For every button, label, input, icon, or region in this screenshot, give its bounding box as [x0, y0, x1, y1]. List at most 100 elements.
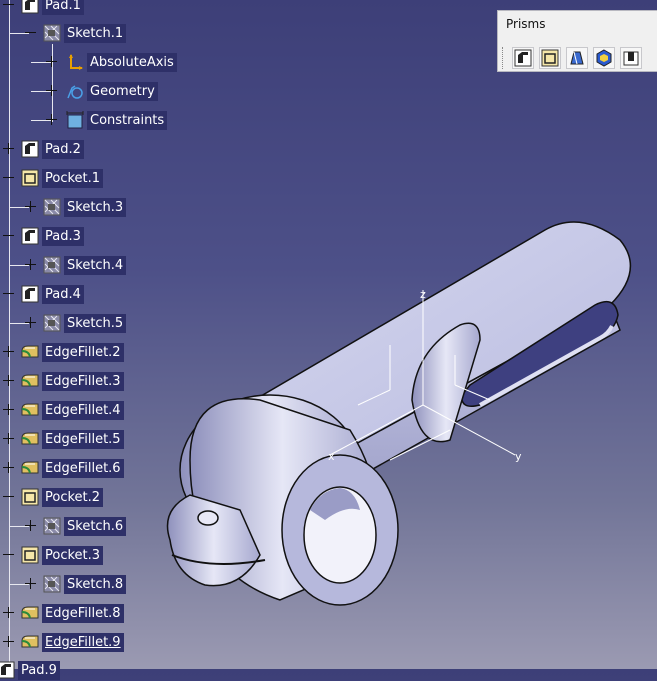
tree-item-label: EdgeFillet.8: [42, 603, 124, 623]
tree-item-sketch-3[interactable]: Sketch.3: [43, 196, 127, 218]
sketch-icon: [43, 314, 61, 332]
pocket-icon: [21, 488, 39, 506]
tree-item-label: EdgeFillet.4: [42, 400, 124, 420]
pocket-icon: [21, 169, 39, 187]
expand-toggle[interactable]: [25, 201, 36, 212]
hole-button[interactable]: [620, 47, 642, 69]
pad-icon: [514, 49, 532, 67]
tree-item-edgefillet-4[interactable]: EdgeFillet.4: [21, 399, 124, 421]
tree-item-pad-3[interactable]: Pad.3: [21, 225, 84, 247]
tree-item-edgefillet-3[interactable]: EdgeFillet.3: [21, 370, 124, 392]
tree-item-label: Pocket.2: [42, 487, 104, 507]
pad-icon: [21, 0, 39, 14]
tree-item-label: AbsoluteAxis: [87, 52, 177, 72]
tree-item-pad-2[interactable]: Pad.2: [21, 138, 84, 160]
edgefillet-icon: [21, 633, 39, 651]
toolbar-grip[interactable]: [502, 47, 505, 69]
sketch-icon: [43, 198, 61, 216]
expand-toggle[interactable]: [25, 578, 36, 589]
groove-button[interactable]: [593, 47, 615, 69]
clamp-hole: [197, 510, 219, 526]
pad-button[interactable]: [512, 47, 534, 69]
pad-icon: [0, 661, 15, 679]
tree-item-edgefillet-2[interactable]: EdgeFillet.2: [21, 341, 124, 363]
axis-label-x: x: [328, 450, 335, 463]
hole-icon: [623, 51, 639, 66]
tree-item-pad-1[interactable]: Pad.1: [21, 0, 84, 16]
tree-item-label: EdgeFillet.2: [42, 342, 124, 362]
expand-toggle[interactable]: [3, 462, 14, 473]
pocket-icon: [541, 49, 559, 67]
axis-label-z: z: [420, 288, 426, 301]
expand-toggle[interactable]: [46, 114, 57, 125]
tree-item-label: EdgeFillet.6: [42, 458, 124, 478]
tree-item-label: Pad.1: [42, 0, 84, 15]
tree-item-label: Pocket.3: [42, 545, 104, 565]
tree-item-absolute-axis[interactable]: AbsoluteAxis: [66, 51, 177, 73]
tree-item-sketch-1[interactable]: Sketch.1: [43, 22, 127, 44]
sketch-icon: [43, 256, 61, 274]
toolbar-title: Prisms: [506, 17, 546, 31]
tree-item-edgefillet-8[interactable]: EdgeFillet.8: [21, 602, 124, 624]
tree-item-edgefillet-5[interactable]: EdgeFillet.5: [21, 428, 124, 450]
expand-toggle[interactable]: [25, 520, 36, 531]
edgefillet-icon: [21, 430, 39, 448]
collapse-toggle[interactable]: [3, 491, 14, 502]
tree-item-label: Pad.4: [42, 284, 84, 304]
collapse-toggle[interactable]: [3, 230, 14, 241]
tree-item-pad-4[interactable]: Pad.4: [21, 283, 84, 305]
constraints-icon: [66, 111, 84, 129]
tree-item-label: EdgeFillet.9: [42, 632, 124, 652]
tree-item-label: Sketch.4: [64, 255, 127, 275]
shaft-button[interactable]: [566, 47, 588, 69]
tree-item-label: Pocket.1: [42, 168, 104, 188]
tree-item-sketch-8[interactable]: Sketch.8: [43, 573, 127, 595]
expand-toggle[interactable]: [3, 375, 14, 386]
axis-label-y: y: [515, 450, 522, 463]
expand-toggle[interactable]: [3, 607, 14, 618]
expand-toggle[interactable]: [3, 636, 14, 647]
expand-toggle[interactable]: [3, 143, 14, 154]
expand-toggle[interactable]: [3, 433, 14, 444]
tree-item-edgefillet-6[interactable]: EdgeFillet.6: [21, 457, 124, 479]
expand-toggle[interactable]: [3, 346, 14, 357]
tree-item-pocket-2[interactable]: Pocket.2: [21, 486, 104, 508]
edgefillet-icon: [21, 372, 39, 390]
groove-icon: [596, 49, 612, 67]
collapse-toggle[interactable]: [3, 172, 14, 183]
sketch-icon: [43, 575, 61, 593]
expand-toggle[interactable]: [3, 404, 14, 415]
collapse-toggle[interactable]: [3, 549, 14, 560]
shaft-icon: [570, 51, 584, 65]
tree-item-sketch-5[interactable]: Sketch.5: [43, 312, 127, 334]
collapse-toggle[interactable]: [25, 27, 36, 38]
tree-item-pocket-1[interactable]: Pocket.1: [21, 167, 104, 189]
tree-line: [9, 0, 10, 669]
collapse-toggle[interactable]: [3, 0, 14, 10]
pocket-button[interactable]: [539, 47, 561, 69]
tree-item-label: Sketch.8: [64, 574, 127, 594]
sketch-icon: [43, 24, 61, 42]
prisms-toolbar[interactable]: Prisms: [497, 10, 657, 72]
sketch-icon: [43, 517, 61, 535]
edgefillet-icon: [21, 343, 39, 361]
tree-item-label: Pad.2: [42, 139, 84, 159]
tree-item-pad-9[interactable]: Pad.9: [0, 659, 60, 681]
expand-toggle[interactable]: [46, 56, 57, 67]
geometry-icon: [66, 82, 84, 100]
tree-item-sketch-6[interactable]: Sketch.6: [43, 515, 127, 537]
tree-item-sketch-4[interactable]: Sketch.4: [43, 254, 127, 276]
tree-item-label: Sketch.5: [64, 313, 127, 333]
tree-item-geometry[interactable]: Geometry: [66, 80, 158, 102]
collapse-toggle[interactable]: [3, 288, 14, 299]
tree-item-pocket-3[interactable]: Pocket.3: [21, 544, 104, 566]
expand-toggle[interactable]: [46, 85, 57, 96]
expand-toggle[interactable]: [25, 259, 36, 270]
tree-item-constraints[interactable]: Constraints: [66, 109, 168, 131]
expand-toggle[interactable]: [25, 317, 36, 328]
tree-item-label: EdgeFillet.5: [42, 429, 124, 449]
part-3d-view[interactable]: z x y: [150, 210, 650, 630]
tree-item-label: Sketch.1: [64, 23, 127, 43]
tree-item-label: Constraints: [87, 110, 168, 130]
tree-item-edgefillet-9[interactable]: EdgeFillet.9: [21, 631, 124, 653]
